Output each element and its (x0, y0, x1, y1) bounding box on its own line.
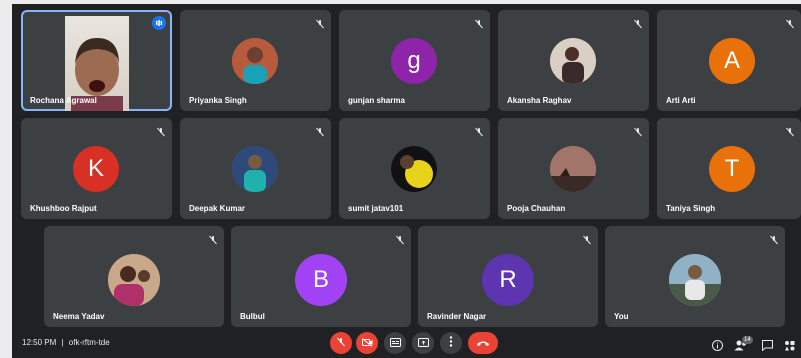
present-icon (417, 334, 429, 352)
mic-muted-icon (156, 124, 166, 137)
participant-name: gunjan sharma (348, 96, 405, 105)
participant-tile-taniya[interactable]: T Taniya Singh (657, 118, 801, 219)
people-button[interactable]: 14 (734, 336, 753, 356)
participant-name: Pooja Chauhan (507, 204, 566, 213)
participant-tile-pooja[interactable]: Pooja Chauhan (498, 118, 649, 219)
activities-icon[interactable] (784, 338, 795, 356)
present-screen-button[interactable] (412, 332, 434, 354)
avatar: R (482, 254, 534, 306)
mic-muted-icon (633, 124, 643, 137)
speaking-indicator-icon (152, 16, 166, 30)
participant-tile-deepak[interactable]: Deepak Kumar (180, 118, 331, 219)
mic-muted-icon (633, 16, 643, 29)
avatar-initial: K (87, 155, 104, 182)
participant-name: Bulbul (240, 312, 265, 321)
meeting-code: ofk-rftm-tde (68, 338, 110, 347)
participant-tile-arti[interactable]: A Arti Arti (657, 10, 801, 111)
mic-muted-icon (315, 124, 325, 137)
hang-up-icon (476, 334, 490, 352)
participant-tile-neema[interactable]: Neema Yadav (44, 226, 224, 327)
participant-count-badge: 14 (742, 336, 753, 344)
avatar (669, 254, 721, 306)
mic-off-icon (336, 334, 346, 352)
meeting-details-icon[interactable] (712, 338, 723, 356)
participant-tile-rochana[interactable]: Rochana Agrawal (21, 10, 172, 111)
mic-toggle-button[interactable] (330, 332, 352, 354)
participant-name: Akansha Raghav (507, 96, 572, 105)
participant-tile-you[interactable]: You (605, 226, 785, 327)
participant-tile-akansha[interactable]: Akansha Raghav (498, 10, 649, 111)
avatar (550, 38, 596, 84)
mic-muted-icon (315, 16, 325, 29)
mic-muted-icon (474, 16, 484, 29)
participant-tile-priyanka[interactable]: Priyanka Singh (180, 10, 331, 111)
mic-muted-icon (785, 124, 795, 137)
participant-name: Deepak Kumar (189, 204, 246, 213)
participant-name: You (614, 312, 629, 321)
participant-tile-sumit[interactable]: sumit jatav101 (339, 118, 490, 219)
participant-name: Arti Arti (666, 96, 696, 105)
meeting-info: 12:50 PM | ofk-rftm-tde (22, 338, 110, 347)
mic-muted-icon (769, 232, 779, 245)
participant-tile-bulbul[interactable]: B Bulbul (231, 226, 411, 327)
more-vert-icon (449, 334, 453, 352)
avatar: T (709, 146, 755, 192)
participant-name: Khushboo Rajput (30, 204, 97, 213)
more-options-button[interactable] (440, 332, 462, 354)
avatar: K (73, 146, 119, 192)
camera-off-icon (361, 334, 373, 352)
avatar (232, 38, 278, 84)
avatar (108, 254, 160, 306)
participant-name: Neema Yadav (53, 312, 105, 321)
leave-call-button[interactable] (468, 332, 498, 354)
avatar-initial: T (724, 155, 740, 182)
mic-muted-icon (474, 124, 484, 137)
participant-tile-ravinder[interactable]: R Ravinder Nagar (418, 226, 598, 327)
camera-toggle-button[interactable] (356, 332, 378, 354)
participant-tile-gunjan[interactable]: g gunjan sharma (339, 10, 490, 111)
participant-name: Rochana Agrawal (30, 96, 97, 105)
avatar-initial: B (312, 266, 329, 293)
captions-icon (389, 334, 401, 352)
avatar: B (295, 254, 347, 306)
captions-button[interactable] (384, 332, 406, 354)
participant-tile-khushboo[interactable]: K Khushboo Rajput (21, 118, 172, 219)
avatar (391, 146, 437, 192)
chat-icon[interactable] (762, 338, 773, 356)
mic-muted-icon (208, 232, 218, 245)
mic-muted-icon (582, 232, 592, 245)
avatar-initial: R (499, 266, 517, 293)
avatar (232, 146, 278, 192)
participant-name: Taniya Singh (666, 204, 716, 213)
separator: | (61, 338, 64, 347)
avatar (550, 146, 596, 192)
participant-name: Priyanka Singh (189, 96, 247, 105)
mic-muted-icon (395, 232, 405, 245)
meeting-controls-bar: 12:50 PM | ofk-rftm-tde 14 (12, 328, 801, 358)
participant-name: sumit jatav101 (348, 204, 404, 213)
clock-time: 12:50 PM (22, 338, 57, 347)
avatar-initial: A (723, 47, 740, 74)
mic-muted-icon (785, 16, 795, 29)
avatar-initial: g (407, 47, 421, 74)
avatar: A (709, 38, 755, 84)
meet-window: Rochana Agrawal Priyanka Singh g gunjan … (12, 4, 801, 358)
avatar: g (391, 38, 437, 84)
participant-name: Ravinder Nagar (427, 312, 487, 321)
